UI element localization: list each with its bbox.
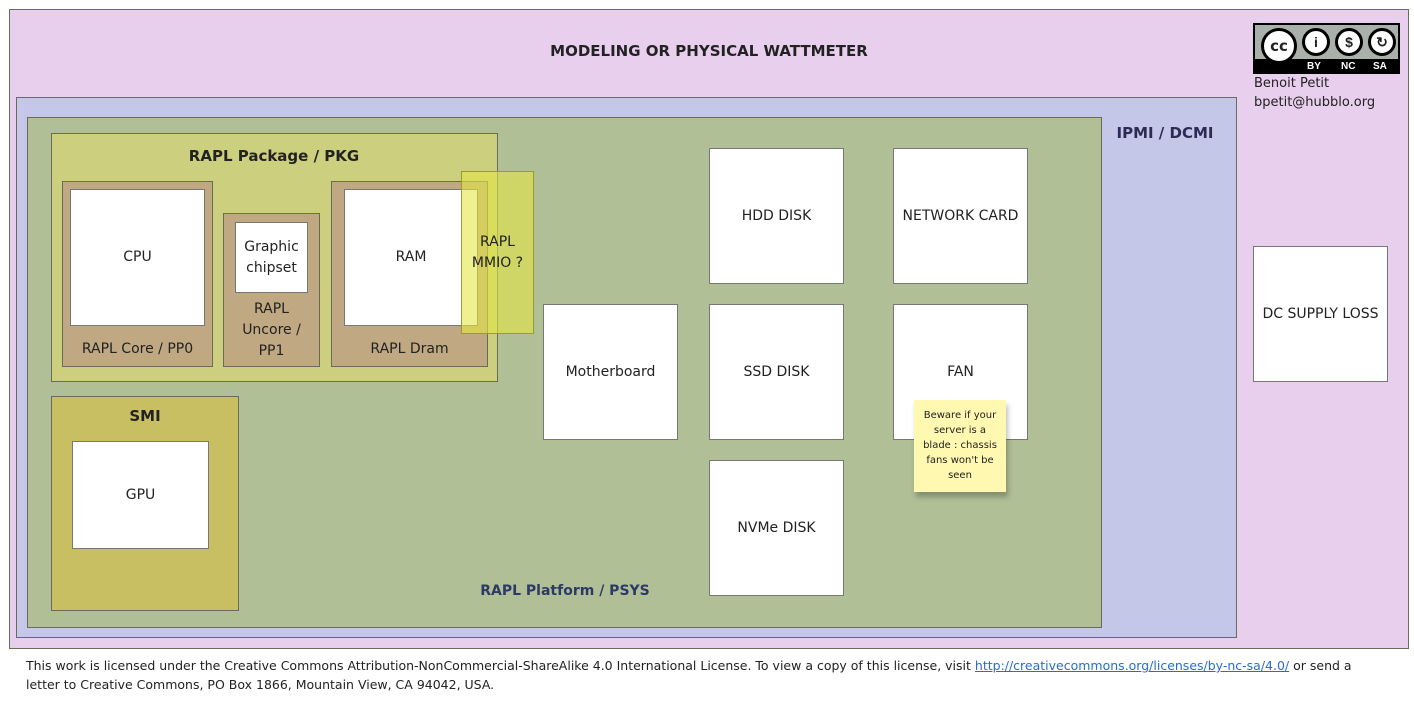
- hdd-box: HDD DISK: [709, 148, 844, 284]
- author-name: Benoit Petit: [1254, 76, 1330, 91]
- wattmeter-title: MODELING OR PHYSICAL WATTMETER: [550, 42, 868, 60]
- cpu-box: CPU: [70, 189, 205, 326]
- nvme-box: NVMe DISK: [709, 460, 844, 596]
- cc-icon: cc: [1261, 28, 1297, 64]
- gpu-box: GPU: [72, 441, 209, 549]
- badge-by: BY: [1307, 61, 1321, 72]
- ram-box: RAM: [344, 189, 478, 326]
- badge-nc: NC: [1341, 61, 1356, 72]
- core-label: RAPL Core / PP0: [81, 341, 194, 357]
- author-email: bpetit@hubblo.org: [1254, 95, 1376, 110]
- sa-icon: ↻: [1368, 28, 1396, 56]
- mmio-label: RAPL MMIO ?: [471, 233, 524, 271]
- ssd-box: SSD DISK: [709, 304, 844, 440]
- badge-sa: SA: [1373, 61, 1387, 72]
- mmio-zone: RAPL MMIO ?: [461, 171, 534, 334]
- license-link[interactable]: http://creativecommons.org/licenses/by-n…: [975, 658, 1289, 673]
- footer-text-1: This work is licensed under the Creative…: [26, 658, 975, 673]
- smi-label: SMI: [129, 407, 161, 425]
- motherboard-box: Motherboard: [543, 304, 678, 440]
- uncore-label: RAPL Uncore / PP1: [242, 301, 301, 359]
- by-icon: i: [1302, 28, 1330, 56]
- dc-supply-loss-box: DC SUPPLY LOSS: [1253, 246, 1388, 382]
- graphic-chipset-box: Graphic chipset: [235, 222, 308, 293]
- cc-by-nc-sa-badge: cc i $ ↻ BY NC SA: [1253, 23, 1400, 74]
- sticky-note: Beware if your server is a blade : chass…: [914, 400, 1006, 492]
- license-footer: This work is licensed under the Creative…: [26, 656, 1386, 694]
- nc-icon: $: [1335, 28, 1363, 56]
- dram-label: RAPL Dram: [370, 341, 449, 357]
- psys-label: RAPL Platform / PSYS: [480, 583, 650, 599]
- pkg-label: RAPL Package / PKG: [188, 147, 360, 165]
- ipmi-label: IPMI / DCMI: [1116, 124, 1214, 142]
- network-card-box: NETWORK CARD: [893, 148, 1028, 284]
